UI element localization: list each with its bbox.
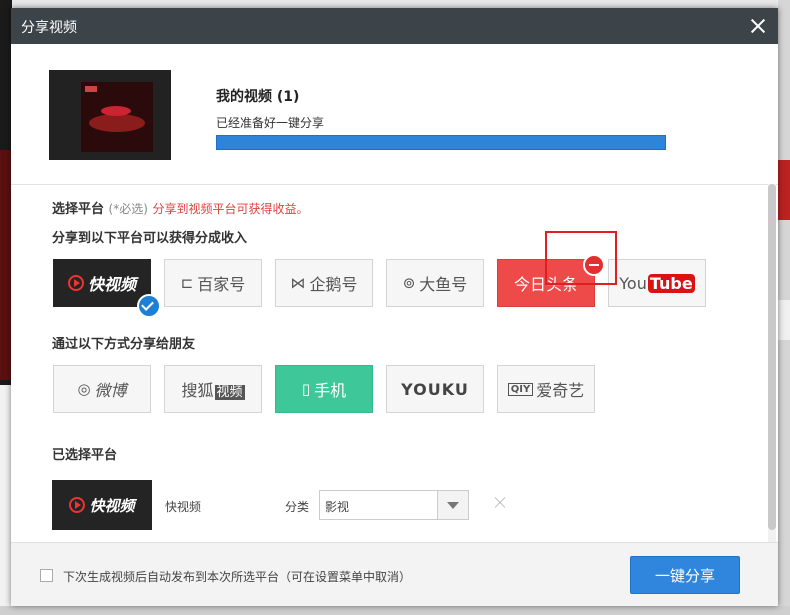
platform-youtube[interactable]: You Tube bbox=[608, 259, 706, 307]
share-video-dialog: 分享视频 我的视频 (1) 已经准备好一键分享 选择平台 (*必选) 分享到视频… bbox=[11, 8, 778, 606]
platform-label: 大鱼号 bbox=[419, 275, 468, 294]
category-label: 分类 bbox=[285, 500, 310, 514]
platform-label: 微博 bbox=[94, 381, 127, 400]
scrollbar[interactable] bbox=[768, 184, 776, 542]
background-app-right bbox=[778, 0, 790, 615]
selected-section-title: 已选择平台 bbox=[52, 448, 118, 463]
kuaishipin-play-icon bbox=[67, 275, 84, 291]
category-select[interactable]: 影视 bbox=[319, 490, 469, 520]
youku-icon: YOUKU bbox=[401, 379, 469, 399]
platform-iqiyi[interactable]: QIY 爱奇艺 bbox=[497, 365, 595, 413]
required-note: (*必选) bbox=[108, 202, 148, 216]
category-value: 影视 bbox=[325, 500, 350, 514]
video-status: 已经准备好一键分享 bbox=[216, 116, 325, 130]
platform-sohu[interactable]: 搜狐 视频 bbox=[164, 365, 262, 413]
dialog-footer: 下次生成视频后自动发布到本次所选平台（可在设置菜单中取消） 一键分享 bbox=[11, 542, 778, 606]
revenue-tip: 分享到视频平台可获得收益。 bbox=[152, 202, 309, 216]
platform-qiehao[interactable]: ⋈ 企鹅号 bbox=[275, 259, 373, 307]
selected-platform-name: 快视频 bbox=[165, 500, 202, 514]
platform-phone[interactable]: ▯ 手机 bbox=[275, 365, 373, 413]
auto-publish-checkbox[interactable] bbox=[40, 569, 53, 582]
platform-youku[interactable]: YOUKU bbox=[386, 365, 484, 413]
selected-platform-thumb: 快视频 bbox=[52, 480, 152, 530]
video-thumbnail bbox=[49, 70, 171, 160]
sohu-icon: 搜狐 视频 bbox=[181, 381, 245, 400]
section-title: 选择平台 bbox=[52, 202, 105, 217]
video-summary: 我的视频 (1) 已经准备好一键分享 bbox=[11, 44, 778, 185]
penguin-icon: ⋈ bbox=[290, 274, 306, 292]
platform-label: 企鹅号 bbox=[309, 275, 358, 294]
chevron-down-icon[interactable] bbox=[437, 491, 468, 519]
platform-label: 爱奇艺 bbox=[536, 381, 585, 400]
platform-section-heading: 选择平台 (*必选) 分享到视频平台可获得收益。 bbox=[52, 198, 308, 217]
friends-section-title: 通过以下方式分享给朋友 bbox=[52, 337, 196, 352]
close-icon[interactable] bbox=[746, 14, 770, 38]
fish-icon: ⊚ bbox=[402, 274, 416, 292]
platform-kuaishipin[interactable]: 快视频 bbox=[53, 259, 151, 307]
highlight-box bbox=[545, 231, 617, 285]
kuaishipin-play-icon bbox=[69, 497, 86, 513]
iqiyi-icon: QIY bbox=[507, 382, 534, 396]
platform-dayuhao[interactable]: ⊚ 大鱼号 bbox=[386, 259, 484, 307]
selected-check-icon bbox=[137, 294, 161, 318]
platform-label: 快视频 bbox=[87, 275, 136, 294]
phone-icon: ▯ bbox=[301, 380, 311, 398]
revenue-section-title: 分享到以下平台可以获得分成收入 bbox=[52, 231, 248, 246]
platform-baijiahao[interactable]: ⊏ 百家号 bbox=[164, 259, 262, 307]
one-click-share-button[interactable]: 一键分享 bbox=[630, 556, 740, 594]
dialog-title: 分享视频 bbox=[21, 20, 77, 36]
remove-platform-icon[interactable] bbox=[493, 496, 507, 510]
dialog-titlebar: 分享视频 bbox=[11, 8, 778, 44]
background-app-top bbox=[0, 0, 790, 8]
background-app-bottom bbox=[0, 606, 790, 615]
platform-weibo[interactable]: ◎ 微博 bbox=[53, 365, 151, 413]
weibo-icon: ◎ bbox=[77, 380, 91, 398]
video-title: 我的视频 (1) bbox=[216, 89, 300, 105]
progress-bar bbox=[216, 135, 666, 150]
youtube-icon: You Tube bbox=[619, 273, 695, 293]
auto-publish-label: 下次生成视频后自动发布到本次所选平台（可在设置菜单中取消） bbox=[63, 570, 412, 584]
platform-label: 手机 bbox=[314, 381, 347, 400]
baijiahao-icon: ⊏ bbox=[180, 274, 194, 292]
platform-label: 百家号 bbox=[197, 275, 246, 294]
